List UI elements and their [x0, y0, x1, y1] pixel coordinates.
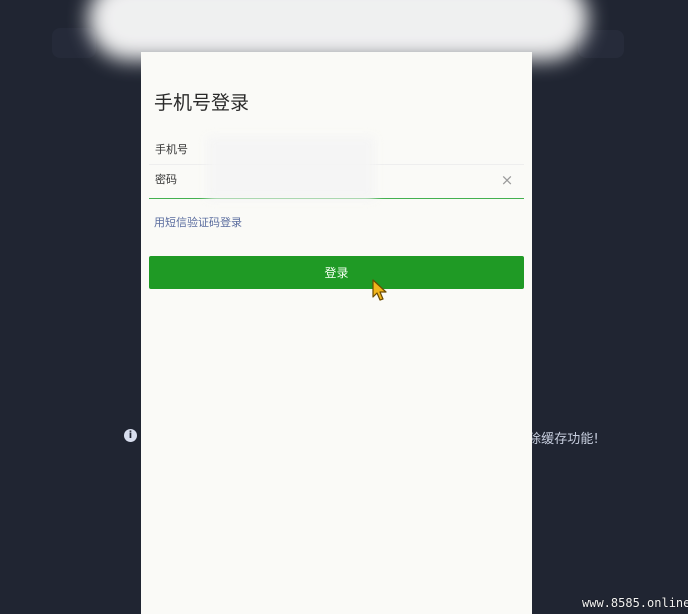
login-screen: i 除缓存功能! 手机号登录 手机号 密码 × 用短信验证码登录 登录 www.…: [0, 0, 688, 614]
top-overlay: [88, 0, 588, 60]
privacy-blur: [207, 136, 375, 200]
dialog-title: 手机号登录: [154, 92, 250, 114]
watermark-text: www.8585.online: [582, 596, 688, 610]
login-button[interactable]: 登录: [149, 256, 524, 289]
cursor-icon: [372, 279, 387, 301]
password-label: 密码: [155, 173, 177, 186]
info-icon: i: [124, 429, 137, 442]
sms-code-login-link[interactable]: 用短信验证码登录: [154, 214, 242, 230]
phone-label: 手机号: [155, 143, 188, 156]
clear-icon[interactable]: ×: [500, 173, 514, 188]
background-tip-text: 除缓存功能!: [528, 432, 599, 447]
phone-login-dialog: 手机号登录 手机号 密码 × 用短信验证码登录 登录: [141, 52, 532, 614]
